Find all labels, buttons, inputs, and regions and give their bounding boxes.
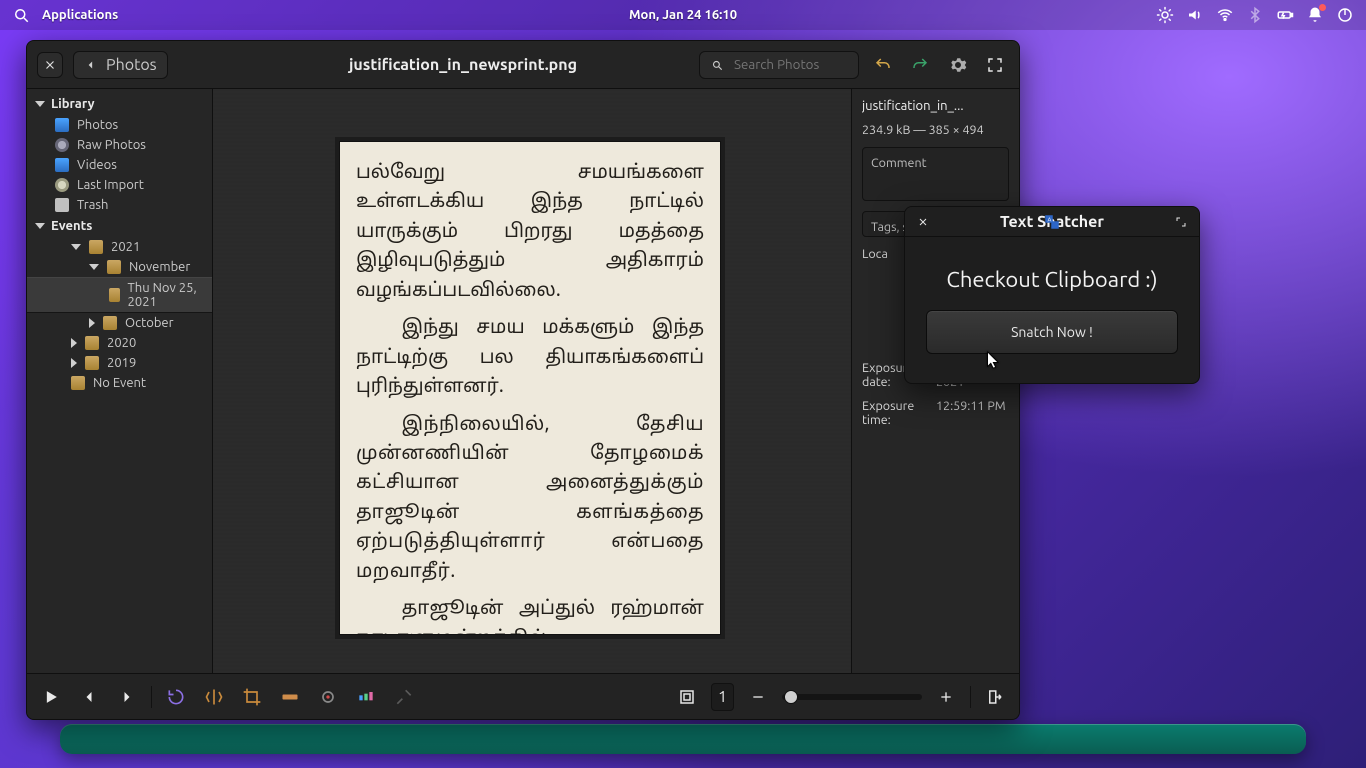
photo-text-line: தாஜூடின் அப்துல் ரஹ்மான் நாடாளுமன்றத்தில…: [356, 596, 704, 635]
svg-text:A: A: [1048, 216, 1052, 223]
rotate-icon[interactable]: [162, 683, 190, 711]
undo-icon[interactable]: [869, 51, 897, 79]
wifi-icon[interactable]: [1216, 6, 1234, 24]
text-snatcher-window: A Text Snatcher Checkout Clipboard :) Sn…: [904, 206, 1200, 384]
image-viewer[interactable]: பல்வேறு சமயங்களை உள்ளடக்கிய இந்த நாட்டில…: [213, 89, 851, 673]
window-title: justification_in_newsprint.png: [227, 56, 699, 74]
sidebar-item-day-20211125[interactable]: Thu Nov 25, 2021: [27, 277, 212, 313]
sidebar: Library Photos Raw Photos Videos Last Im…: [27, 89, 213, 673]
prev-icon[interactable]: [75, 683, 103, 711]
power-icon[interactable]: [1336, 6, 1354, 24]
bluetooth-disabled-icon[interactable]: [1246, 6, 1264, 24]
next-icon[interactable]: [113, 683, 141, 711]
sidebar-item-october[interactable]: October: [27, 313, 212, 333]
search-input[interactable]: [699, 51, 859, 79]
dock[interactable]: [60, 724, 1306, 754]
details-size-line: 234.9 kB — 385 × 494: [862, 123, 1009, 137]
search-icon[interactable]: [12, 6, 30, 24]
sidebar-item-2019[interactable]: 2019: [27, 353, 212, 373]
notifications-icon[interactable]: [1306, 6, 1324, 24]
sidebar-item-videos[interactable]: Videos: [27, 155, 212, 175]
export-icon[interactable]: [981, 683, 1009, 711]
redeye-icon[interactable]: [314, 683, 342, 711]
redo-icon[interactable]: [907, 51, 935, 79]
sidebar-item-2020[interactable]: 2020: [27, 333, 212, 353]
os-top-panel: Applications Mon, Jan 24 16:10: [0, 0, 1366, 30]
battery-icon[interactable]: [1276, 6, 1294, 24]
photos-window: Photos justification_in_newsprint.png Li…: [26, 40, 1020, 720]
adjust-icon[interactable]: [352, 683, 380, 711]
brightness-icon[interactable]: [1156, 6, 1174, 24]
snatch-now-button[interactable]: Snatch Now !: [926, 310, 1178, 354]
close-icon[interactable]: [37, 52, 63, 78]
zoom-slider[interactable]: [782, 694, 922, 700]
back-button[interactable]: Photos: [73, 51, 168, 79]
search-field[interactable]: [732, 56, 842, 73]
play-icon[interactable]: [37, 683, 65, 711]
straighten-icon[interactable]: [276, 683, 304, 711]
gear-icon[interactable]: [944, 51, 972, 79]
photos-window-header: Photos justification_in_newsprint.png: [27, 41, 1019, 89]
sidebar-item-photos[interactable]: Photos: [27, 115, 212, 135]
photo-text-line: பல்வேறு சமயங்களை உள்ளடக்கிய இந்த நாட்டில…: [356, 160, 704, 307]
divider: [970, 686, 971, 708]
fit-icon[interactable]: [673, 683, 701, 711]
sidebar-item-november[interactable]: November: [27, 257, 212, 277]
sidebar-item-2021[interactable]: 2021: [27, 237, 212, 257]
back-button-label: Photos: [106, 56, 157, 74]
ts-header: A Text Snatcher: [905, 207, 1199, 237]
photo-text-line: இந்நிலையில், தேசிய முன்னணியின் தோழமைக் க…: [356, 412, 704, 589]
sidebar-item-raw[interactable]: Raw Photos: [27, 135, 212, 155]
comment-box[interactable]: Comment: [862, 147, 1009, 201]
details-filename: justification_in_...: [862, 99, 1009, 113]
sidebar-section-library[interactable]: Library: [27, 93, 212, 115]
snatch-now-label: Snatch Now !: [1011, 324, 1093, 340]
volume-icon[interactable]: [1186, 6, 1204, 24]
sidebar-item-last-import[interactable]: Last Import: [27, 175, 212, 195]
crop-icon[interactable]: [238, 683, 266, 711]
divider: [151, 686, 152, 708]
ts-message: Checkout Clipboard :): [946, 267, 1157, 292]
ts-app-icon: A: [1043, 213, 1061, 231]
viewer-toolbar: 1: [27, 673, 1019, 719]
enhance-icon: [390, 683, 418, 711]
photo-text-line: இந்து சமய மக்களும் இந்த நாட்டிற்கு பல தி…: [356, 315, 704, 403]
zoom-in-icon[interactable]: [932, 683, 960, 711]
sidebar-item-trash[interactable]: Trash: [27, 195, 212, 215]
sidebar-item-noevent[interactable]: No Event: [27, 373, 212, 393]
applications-label[interactable]: Applications: [42, 8, 118, 22]
close-icon[interactable]: [913, 212, 933, 232]
flip-icon[interactable]: [200, 683, 228, 711]
fullscreen-icon[interactable]: [982, 51, 1010, 79]
zoom-value: 1: [711, 683, 734, 711]
sidebar-section-events[interactable]: Events: [27, 215, 212, 237]
zoom-out-icon[interactable]: [744, 683, 772, 711]
clock[interactable]: Mon, Jan 24 16:10: [629, 8, 737, 22]
maximize-icon[interactable]: [1171, 212, 1191, 232]
exif-exposure-time: Exposure time: 12:59:11 PM: [862, 399, 1009, 427]
comment-label: Comment: [871, 156, 1000, 170]
photo-canvas: பல்வேறு சமயங்களை உள்ளடக்கிய இந்த நாட்டில…: [339, 141, 721, 635]
